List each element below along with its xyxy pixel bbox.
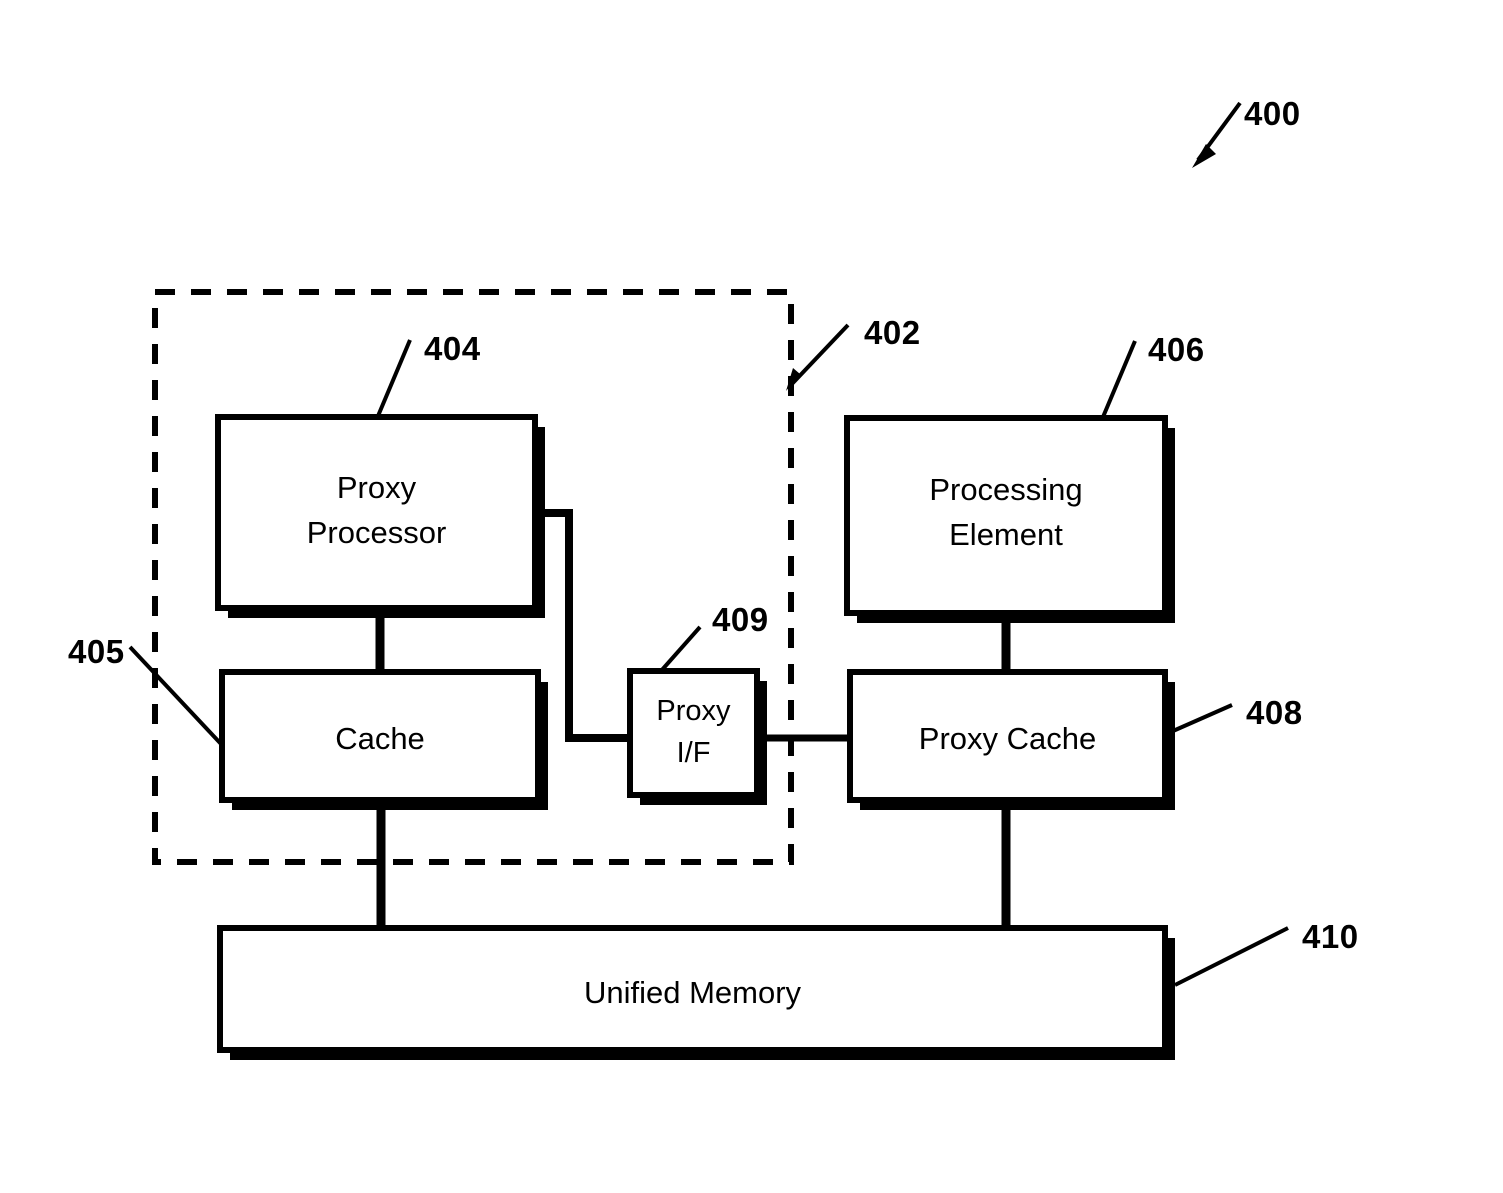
proxy-cache-box [847, 669, 1168, 803]
diagram-vector-layer [128, 101, 1289, 1060]
leader-line-409 [659, 625, 702, 673]
reference-numeral-409: 409 [712, 601, 769, 638]
arrowhead-400 [1192, 144, 1216, 168]
leader-line-404 [376, 339, 412, 417]
reference-numeral-400: 400 [1244, 95, 1301, 132]
reference-numeral-405: 405 [68, 633, 125, 670]
unified-memory-box [217, 925, 1168, 1053]
proxy-interface-box [627, 668, 760, 798]
leader-line-410 [1174, 926, 1289, 987]
reference-numeral-402: 402 [864, 314, 921, 351]
leader-line-408 [1172, 703, 1233, 733]
leader-line-405 [128, 645, 224, 747]
figure-canvas: Proxy Processor Cache Proxy I/F Processi… [0, 0, 1503, 1193]
reference-numeral-404: 404 [424, 330, 481, 367]
processing-element-box [844, 415, 1168, 616]
reference-numeral-408: 408 [1246, 694, 1303, 731]
reference-numeral-406: 406 [1148, 331, 1205, 368]
connector-proxy-processor-to-proxy-if [538, 509, 634, 742]
cache-box [219, 669, 541, 803]
leader-line-402 [788, 323, 850, 388]
leader-line-406 [1101, 340, 1137, 418]
reference-numeral-410: 410 [1302, 918, 1359, 955]
proxy-processor-box [215, 414, 538, 611]
